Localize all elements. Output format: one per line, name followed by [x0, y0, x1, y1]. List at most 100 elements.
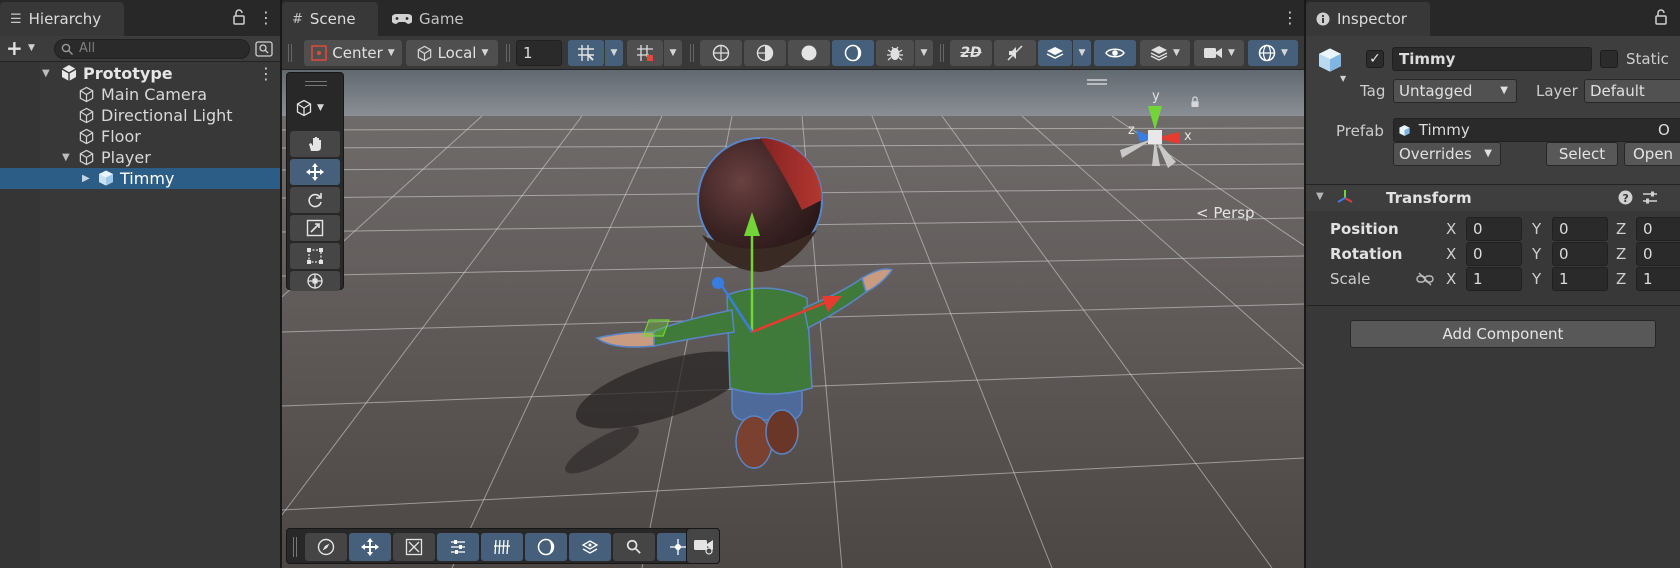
shaded-wireframe-button[interactable] — [744, 40, 786, 66]
snap-overlay-button[interactable] — [393, 533, 435, 561]
scene-visibility-toggle[interactable] — [1094, 40, 1136, 66]
effects-toggle[interactable] — [1038, 40, 1072, 66]
debug-draw-mode-dropdown[interactable]: ▼ — [915, 40, 933, 66]
lock-icon[interactable] — [1654, 9, 1668, 25]
scene-camera-dropdown[interactable]: ▼ — [1194, 40, 1244, 66]
scale-z-field[interactable]: 1 — [1636, 267, 1680, 291]
active-checkbox[interactable]: ✓ — [1366, 50, 1384, 68]
hierarchy-item-floor[interactable]: Floor — [0, 126, 280, 147]
rotation-z-field[interactable]: 0 — [1636, 242, 1680, 266]
align-overlay-button[interactable] — [437, 533, 479, 561]
add-object-button[interactable]: + — [6, 36, 23, 60]
overrides-dropdown[interactable]: Overrides ▼ — [1393, 142, 1501, 166]
2d-view-toggle[interactable]: 2D — [950, 40, 992, 66]
gizmos-dropdown[interactable]: ▼ — [1248, 40, 1298, 66]
tab-inspector[interactable]: Inspector — [1306, 2, 1430, 36]
position-y-field[interactable]: 0 — [1552, 217, 1608, 241]
increment-snap-dropdown[interactable]: ▼ — [664, 40, 682, 66]
grid-snap-value-field[interactable]: 1 — [516, 40, 562, 66]
hierarchy-item-directional-light[interactable]: Directional Light — [0, 105, 280, 126]
grid-snapping-dropdown[interactable]: ▼ — [605, 40, 623, 66]
settings-sliders-icon[interactable] — [1642, 190, 1658, 205]
camera-overlay-button[interactable] — [686, 528, 720, 564]
tag-dropdown[interactable]: Untagged ▼ — [1393, 79, 1517, 103]
select-prefab-button[interactable]: Select — [1546, 142, 1618, 166]
more-options-icon[interactable]: ⋮ — [1282, 8, 1298, 27]
tab-scene[interactable]: # Scene — [282, 2, 378, 36]
prefab-asset-field[interactable]: Timmy O — [1393, 118, 1680, 142]
more-options-icon[interactable]: ⋮ — [258, 64, 274, 83]
constrain-proportions-icon[interactable] — [1416, 272, 1434, 286]
expand-arrow-icon[interactable]: ▶ — [82, 173, 90, 184]
grid-snapping-toggle[interactable] — [568, 40, 604, 66]
expand-arrow-icon[interactable]: ▼ — [42, 68, 50, 79]
increment-snap-button[interactable] — [627, 40, 663, 66]
scale-x-field[interactable]: 1 — [1466, 267, 1522, 291]
layers-icon — [1150, 45, 1168, 61]
expand-arrow-icon[interactable]: ▼ — [62, 152, 70, 163]
rotation-y-field[interactable]: 0 — [1552, 242, 1608, 266]
hierarchy-item-player[interactable]: ▼ Player — [0, 147, 280, 168]
pivot-mode-dropdown[interactable]: Center ▼ — [304, 40, 402, 66]
overlay-grip-icon[interactable] — [293, 537, 297, 557]
scene-visibility-icon[interactable] — [254, 39, 274, 59]
prefab-cube-icon — [97, 169, 115, 187]
position-z-field[interactable]: 0 — [1636, 217, 1680, 241]
position-y-value: 0 — [1559, 220, 1569, 238]
move-overlay-button[interactable] — [349, 533, 391, 561]
grid-overlay-button[interactable] — [481, 533, 523, 561]
search-overlay-button[interactable] — [613, 533, 655, 561]
open-prefab-button[interactable]: Open — [1624, 142, 1680, 166]
tag-value: Untagged — [1399, 82, 1473, 100]
layer-dropdown[interactable]: Default — [1584, 79, 1680, 103]
rotation-x-field[interactable]: 0 — [1466, 242, 1522, 266]
lighting-overlay-button[interactable] — [525, 533, 567, 561]
rotate-tool-button[interactable] — [290, 187, 340, 213]
static-checkbox[interactable] — [1600, 50, 1618, 68]
shaded-button[interactable] — [788, 40, 830, 66]
hierarchy-item-prototype[interactable]: ▼ Prototype ⋮ — [0, 63, 280, 84]
surface-snap-overlay-button[interactable] — [569, 533, 611, 561]
chevron-down-icon[interactable]: ▼ — [28, 43, 35, 53]
hand-tool-button[interactable] — [290, 131, 340, 157]
transform-tool-button[interactable] — [290, 271, 340, 291]
rotation-x-value: 0 — [1473, 245, 1483, 263]
hidden-objects-dropdown[interactable]: ▼ — [1140, 40, 1190, 66]
scene-viewport[interactable]: y x z < Persp ▼ — [282, 70, 1304, 568]
debug-draw-mode-button[interactable] — [876, 40, 914, 66]
prefab-object-picker[interactable]: O — [1658, 119, 1670, 141]
effects-dropdown[interactable]: ▼ — [1073, 40, 1091, 66]
tab-game[interactable]: Game — [382, 2, 468, 36]
chevron-down-icon: ▼ — [1173, 48, 1180, 58]
hierarchy-search-input[interactable]: All — [54, 39, 250, 59]
gizmo-lock-icon[interactable] — [1190, 96, 1200, 108]
hierarchy-item-label: Floor — [101, 127, 141, 146]
object-name-field[interactable]: Timmy — [1392, 47, 1592, 71]
help-icon[interactable]: ? — [1618, 190, 1633, 205]
pivot-space-dropdown[interactable]: Local ▼ — [406, 40, 498, 66]
transform-header[interactable]: ▼ Transform ? — [1306, 185, 1680, 211]
chevron-down-icon[interactable]: ▼ — [1340, 74, 1346, 83]
hierarchy-item-main-camera[interactable]: Main Camera — [0, 84, 280, 105]
lock-icon[interactable] — [232, 9, 246, 25]
chevron-down-icon: ▼ — [1500, 85, 1508, 96]
lighting-toggle[interactable] — [832, 40, 874, 66]
projection-toggle[interactable]: < Persp — [1196, 204, 1255, 222]
add-component-button[interactable]: Add Component — [1350, 320, 1656, 348]
move-tool-button[interactable] — [290, 159, 340, 185]
rect-tool-button[interactable] — [290, 243, 340, 269]
overlay-grip-icon[interactable] — [305, 81, 327, 86]
hierarchy-item-timmy[interactable]: ▶ Timmy — [0, 168, 280, 189]
scale-tool-button[interactable] — [290, 215, 340, 241]
scale-y-field[interactable]: 1 — [1552, 267, 1608, 291]
prefab-cube-icon — [1316, 46, 1344, 74]
chevron-down-icon[interactable]: ▼ — [1316, 191, 1324, 202]
audio-toggle[interactable] — [994, 40, 1036, 66]
orientation-gizmo[interactable]: y x z — [1110, 88, 1200, 198]
navigation-button[interactable] — [305, 533, 347, 561]
tab-hierarchy[interactable]: ☰ Hierarchy — [0, 2, 124, 36]
wireframe-shading-button[interactable] — [700, 40, 742, 66]
tool-context-dropdown[interactable]: ▼ — [295, 99, 324, 117]
position-x-field[interactable]: 0 — [1466, 217, 1522, 241]
more-options-icon[interactable]: ⋮ — [258, 8, 274, 27]
